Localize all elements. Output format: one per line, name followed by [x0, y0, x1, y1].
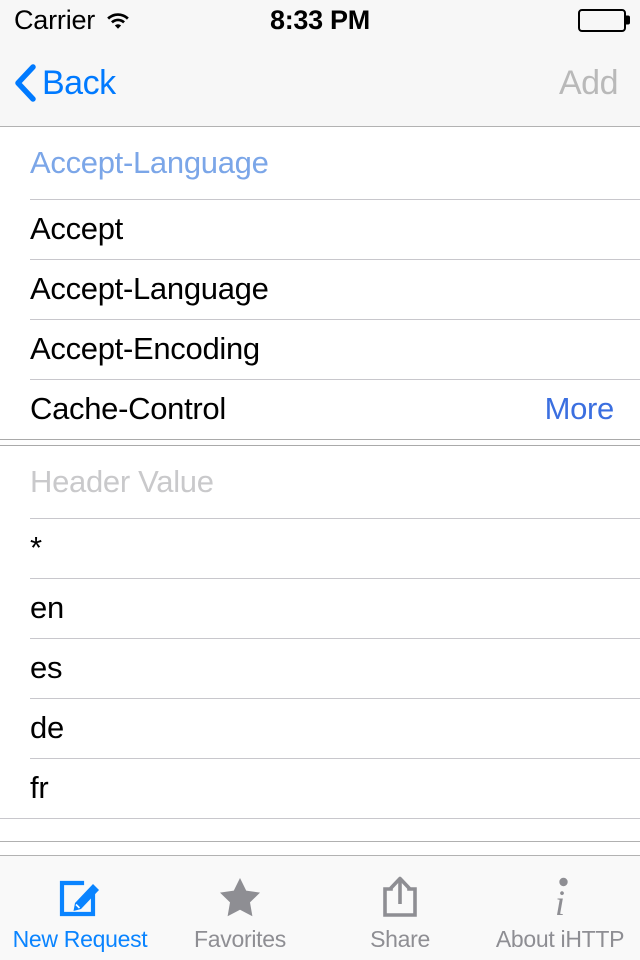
list-tail-separator [0, 841, 640, 842]
list-footer-space [0, 819, 640, 841]
list-item[interactable]: en [0, 578, 640, 638]
content-area: Accept-Language Accept Accept-Language A… [0, 127, 640, 855]
list-item[interactable]: de [0, 698, 640, 758]
info-icon: i [535, 870, 585, 922]
list-item[interactable]: Accept [0, 199, 640, 259]
tab-favorites[interactable]: Favorites [160, 856, 320, 960]
list-item[interactable]: Cache-Control More [0, 379, 640, 439]
tab-new-request[interactable]: New Request [0, 856, 160, 960]
list-item[interactable]: Accept-Language [0, 259, 640, 319]
svg-text:i: i [555, 883, 565, 921]
list-item-label: fr [30, 770, 49, 805]
status-bar-right [578, 8, 630, 32]
tab-about[interactable]: i About iHTTP [480, 856, 640, 960]
list-item-label: * [30, 530, 42, 565]
list-item[interactable]: es [0, 638, 640, 698]
back-button[interactable]: Back [14, 64, 116, 103]
section-divider [0, 439, 640, 446]
tab-label: Favorites [194, 925, 286, 952]
star-icon [215, 870, 265, 922]
back-button-label: Back [42, 63, 116, 102]
more-link[interactable]: More [545, 391, 615, 427]
list-item-label: de [30, 710, 64, 745]
share-icon [375, 870, 425, 922]
list-item-label: Cache-Control [30, 391, 226, 426]
tab-label: About iHTTP [495, 925, 625, 952]
list-item-label: es [30, 650, 63, 685]
header-value-suggestion-list: * en es de fr [0, 518, 640, 842]
chevron-left-icon [14, 64, 36, 102]
list-item-label: Accept [30, 211, 123, 246]
header-name-field[interactable]: Accept-Language [0, 127, 640, 199]
status-bar: Carrier 8:33 PM [0, 0, 640, 40]
clock-label: 8:33 PM [270, 4, 370, 35]
list-item-label: Accept-Language [30, 271, 269, 306]
tab-bar: New Request Favorites Share i About iHTT… [0, 855, 640, 960]
list-item-label: en [30, 590, 64, 625]
compose-icon [55, 870, 105, 922]
header-value-field[interactable]: Header Value [0, 446, 640, 518]
list-item[interactable]: * [0, 518, 640, 578]
navigation-bar: Back Add [0, 40, 640, 127]
app-screen: Carrier 8:33 PM Back Add Accept-Language… [0, 0, 640, 960]
tab-label: New Request [12, 925, 148, 952]
list-item[interactable]: Accept-Encoding [0, 319, 640, 379]
header-value-placeholder: Header Value [30, 464, 214, 499]
header-name-value: Accept-Language [30, 145, 269, 180]
tab-share[interactable]: Share [320, 856, 480, 960]
header-name-suggestion-list: Accept Accept-Language Accept-Encoding C… [0, 199, 640, 439]
battery-icon [578, 8, 630, 32]
add-button[interactable]: Add [559, 64, 619, 103]
tab-label: Share [370, 925, 430, 952]
list-item[interactable]: fr [0, 758, 640, 818]
list-item-label: Accept-Encoding [30, 331, 260, 366]
